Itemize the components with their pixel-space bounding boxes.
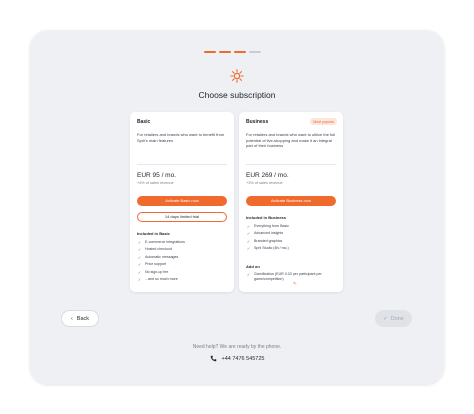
list-item: ✓ Sprii Studio (8h / mo.) (246, 246, 289, 252)
check-icon: ✓ (246, 272, 251, 277)
divider (137, 164, 227, 165)
plan-description: For retailers and brands who want to ben… (137, 132, 225, 143)
list-item: ✓ Everything from Basic (246, 224, 289, 229)
trial-button[interactable]: 14 days limited trial (137, 212, 227, 222)
plan-description: For retailers and brands who want to uti… (246, 132, 336, 149)
addon-item[interactable]: ✓ Gamification (EUR 0.03 per participant… (246, 272, 337, 282)
progress-step (249, 51, 261, 53)
plan-name: Basic (137, 119, 151, 125)
check-icon: ✓ (383, 315, 388, 322)
plan-price-note: +3% of sales revenue (246, 181, 283, 185)
check-icon: ✓ (137, 247, 142, 253)
features-title: Included in Basic (137, 231, 170, 236)
most-popular-badge: Most popular (310, 118, 337, 125)
list-item: ✓ E-commerce integrations (137, 240, 185, 245)
help-text: Need help? We are ready by the phone. (192, 344, 282, 350)
features-title: Included in Business (246, 215, 287, 220)
list-item: ✓ No sign-up fee (137, 269, 169, 275)
list-item: ✓ Advanced insights (246, 231, 284, 237)
check-icon: ✓ (137, 262, 142, 268)
feature-list: ✓ Everything from Basic ✓ Advanced insight… (246, 223, 338, 253)
plan-name: Business (246, 119, 269, 125)
progress-step (234, 51, 246, 53)
list-item: ✓ Automatic messages (137, 254, 179, 260)
done-button[interactable]: ✓ Done (375, 310, 412, 327)
check-icon: ✓ (246, 224, 251, 229)
page-title: Choose subscription (198, 90, 276, 100)
check-icon: ✓ (246, 238, 251, 244)
progress-steps (204, 51, 261, 53)
addon-title: Add on (246, 264, 260, 269)
chevron-left-icon: ‹ (70, 315, 73, 322)
check-icon: ✓ (137, 240, 142, 245)
divider (246, 164, 336, 165)
phone-icon (210, 355, 216, 362)
progress-step (219, 51, 231, 53)
plan-card-business: Business Most popular For retailers and … (239, 112, 343, 292)
plan-price: EUR 95 / mo. (137, 172, 177, 179)
check-icon: ✓ (137, 277, 142, 283)
cursor-icon: ↖ (293, 281, 298, 287)
activate-basic-button[interactable]: Activate Basic now (137, 196, 227, 206)
onboarding-panel (30, 30, 444, 384)
list-item: ✓ Branded graphics (246, 238, 283, 244)
feature-list: ✓ E-commerce integrations ✓ Hosted checkou… (137, 239, 229, 283)
activate-business-button[interactable]: Activate Business now (246, 196, 336, 206)
plan-price: EUR 269 / mo. (246, 172, 289, 179)
progress-step (204, 51, 216, 53)
check-icon: ✓ (137, 254, 142, 260)
list-item: ✓ Price support (137, 262, 167, 268)
check-icon: ✓ (246, 231, 251, 237)
plan-card-basic: Basic For retailers and brands who want … (130, 112, 234, 292)
list-item: ✓ ...and so much more (137, 277, 178, 283)
plan-price-note: +4% of sales revenue (137, 181, 174, 185)
phone-number: +44 7476 545725 (221, 355, 265, 362)
check-icon: ✓ (137, 269, 142, 275)
check-icon: ✓ (246, 246, 251, 252)
sun-logo-icon (230, 69, 244, 83)
back-button[interactable]: ‹ Back (61, 310, 99, 327)
phone-link[interactable]: +44 7476 545725 (0, 355, 474, 362)
list-item: ✓ Hosted checkout (137, 247, 172, 253)
